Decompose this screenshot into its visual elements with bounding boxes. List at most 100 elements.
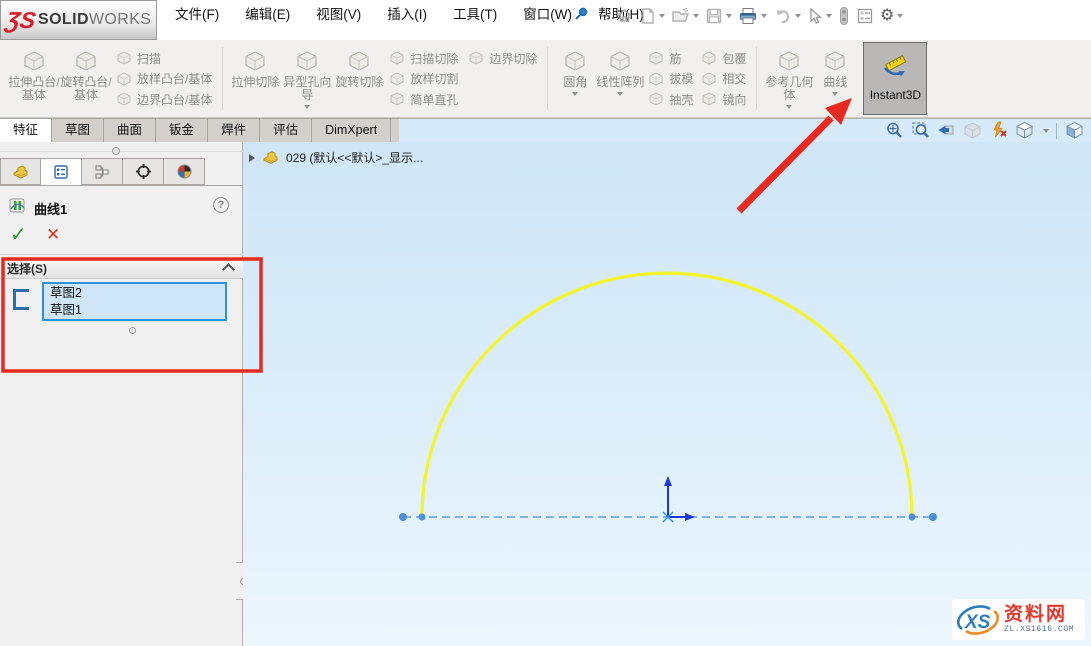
button-label: 线性阵列 [596, 76, 644, 89]
arc-endpoint[interactable] [419, 514, 426, 521]
tab-dimxpert[interactable]: DimXpert [312, 119, 391, 142]
revolved-boss-base-button[interactable]: 旋转凸台/基体 [60, 42, 112, 115]
dropdown-arrow-icon[interactable] [795, 14, 801, 18]
dropdown-arrow-icon[interactable] [617, 92, 623, 96]
zoom-to-area-icon[interactable] [910, 120, 931, 141]
menu-view[interactable]: 视图(V) [303, 0, 374, 30]
button-label: 拔模 [669, 70, 693, 87]
dropdown-arrow-icon[interactable] [832, 92, 838, 96]
arc-endpoint[interactable] [909, 514, 916, 521]
button-label: 简单直孔 [410, 91, 458, 108]
revolved-cut-button[interactable]: 旋转切除 [333, 42, 385, 115]
ribbon-separator [547, 47, 548, 110]
dropdown-arrow-icon[interactable] [304, 105, 310, 109]
options-button[interactable]: ⚙ [877, 4, 906, 28]
selection-toggle-button[interactable] [835, 4, 853, 28]
button-label: Instant3D [870, 88, 921, 102]
extruded-boss-base-button[interactable]: 拉伸凸台/基体 [8, 42, 60, 115]
fillet-button[interactable]: 圆角 [554, 42, 596, 115]
cancel-button[interactable]: ✕ [46, 225, 60, 245]
tab-feature-manager[interactable] [0, 158, 41, 185]
boundary-boss-base-button[interactable]: 边界凸台/基体 [116, 89, 212, 109]
graphics-viewport[interactable]: 029 (默认<<默认>_显示... [243, 142, 1091, 646]
select-button[interactable] [804, 4, 835, 28]
print-button[interactable] [735, 4, 770, 28]
zoom-to-fit-icon[interactable] [884, 120, 905, 141]
tab-weldments[interactable]: 焊件 [208, 119, 260, 142]
task-pane-button[interactable] [853, 4, 877, 28]
section-view-icon[interactable] [962, 120, 983, 141]
ok-button[interactable]: ✓ [10, 222, 27, 247]
menu-tools[interactable]: 工具(T) [440, 0, 510, 30]
simple-hole-button[interactable]: 简单直孔 [389, 89, 537, 109]
lofted-cut-button[interactable]: 放样切割 [389, 69, 537, 89]
dropdown-arrow-icon[interactable] [761, 14, 767, 18]
swept-cut-button[interactable]: 扫描切除 [389, 48, 458, 68]
previous-view-icon[interactable] [936, 120, 957, 141]
linear-pattern-button[interactable]: 线性阵列 [596, 42, 644, 115]
tab-surfaces[interactable]: 曲面 [104, 119, 156, 142]
boundary-cut-button[interactable]: 边界切除 [468, 48, 537, 68]
tab-evaluate[interactable]: 评估 [260, 119, 312, 142]
wrap-button[interactable]: 包覆 [701, 48, 746, 68]
tab-property-manager[interactable] [41, 158, 82, 185]
button-label: 包覆 [722, 50, 746, 67]
home-button[interactable] [612, 4, 637, 28]
pin-menu-icon[interactable] [572, 6, 590, 24]
tab-features[interactable]: 特征 [0, 119, 52, 142]
menu-edit[interactable]: 编辑(E) [232, 0, 303, 30]
tab-sheet-metal[interactable]: 钣金 [156, 119, 208, 142]
line-endpoint[interactable] [399, 513, 407, 521]
revolved-cut-icon [347, 49, 371, 73]
selection-group-header[interactable]: 选择(S) [0, 258, 243, 279]
mirror-button[interactable]: 镜向 [701, 89, 746, 109]
selection-item[interactable]: 草图2 [50, 285, 225, 302]
dropdown-arrow-icon[interactable] [572, 92, 578, 96]
panel-splitter[interactable] [0, 151, 243, 152]
dropdown-arrow-icon[interactable] [897, 14, 903, 18]
hole-wizard-button[interactable]: 异型孔向导 [281, 42, 333, 115]
curves-button[interactable]: 曲线 [815, 42, 855, 115]
line-endpoint[interactable] [929, 513, 937, 521]
dropdown-arrow-icon[interactable] [659, 14, 665, 18]
tab-dimxpert-manager[interactable] [123, 158, 164, 185]
gear-icon: ⚙ [880, 8, 894, 24]
new-document-button[interactable] [637, 4, 668, 28]
panel-splitter-handle[interactable] [112, 147, 120, 155]
display-style-icon[interactable] [1064, 120, 1085, 141]
hole-wizard-icon [295, 49, 319, 73]
dropdown-arrow-icon[interactable] [693, 14, 699, 18]
dropdown-arrow-icon[interactable] [786, 105, 792, 109]
dropdown-arrow-icon[interactable] [726, 14, 732, 18]
button-label: 曲线 [823, 76, 847, 89]
edit-appearance-icon[interactable] [988, 120, 1009, 141]
menu-insert[interactable]: 插入(I) [374, 0, 440, 30]
intersect-button[interactable]: 相交 [701, 69, 746, 89]
dropdown-arrow-icon[interactable] [826, 14, 832, 18]
undo-button[interactable] [770, 4, 804, 28]
tab-display-manager[interactable] [164, 158, 205, 185]
instant3d-button[interactable]: Instant3D [863, 42, 927, 115]
button-label: 边界切除 [489, 50, 537, 67]
save-button[interactable] [702, 4, 735, 28]
button-label: 镜向 [722, 91, 746, 108]
menu-file[interactable]: 文件(F) [162, 0, 232, 30]
tab-configuration-manager[interactable] [82, 158, 123, 185]
view-orientation-icon[interactable] [1014, 120, 1035, 141]
loft-icon [116, 71, 132, 87]
extruded-cut-button[interactable]: 拉伸切除 [229, 42, 281, 115]
sweep-button[interactable]: 扫描 [116, 48, 212, 68]
listbox-resize-handle[interactable] [129, 327, 136, 334]
tab-sketch[interactable]: 草图 [52, 119, 104, 142]
reference-geometry-button[interactable]: 参考几何体 [763, 42, 815, 115]
origin-marker[interactable] [663, 476, 695, 522]
open-document-button[interactable] [668, 4, 702, 28]
draft-button[interactable]: 拔模 [648, 69, 693, 89]
dropdown-arrow-icon[interactable] [1043, 129, 1049, 133]
lofted-boss-base-button[interactable]: 放样凸台/基体 [116, 69, 212, 89]
shell-button[interactable]: 抽壳 [648, 89, 693, 109]
help-icon[interactable]: ? [213, 197, 229, 213]
selection-listbox[interactable]: 草图2 草图1 [42, 282, 227, 321]
rib-button[interactable]: 筋 [648, 48, 693, 68]
selection-item[interactable]: 草图1 [50, 302, 225, 319]
